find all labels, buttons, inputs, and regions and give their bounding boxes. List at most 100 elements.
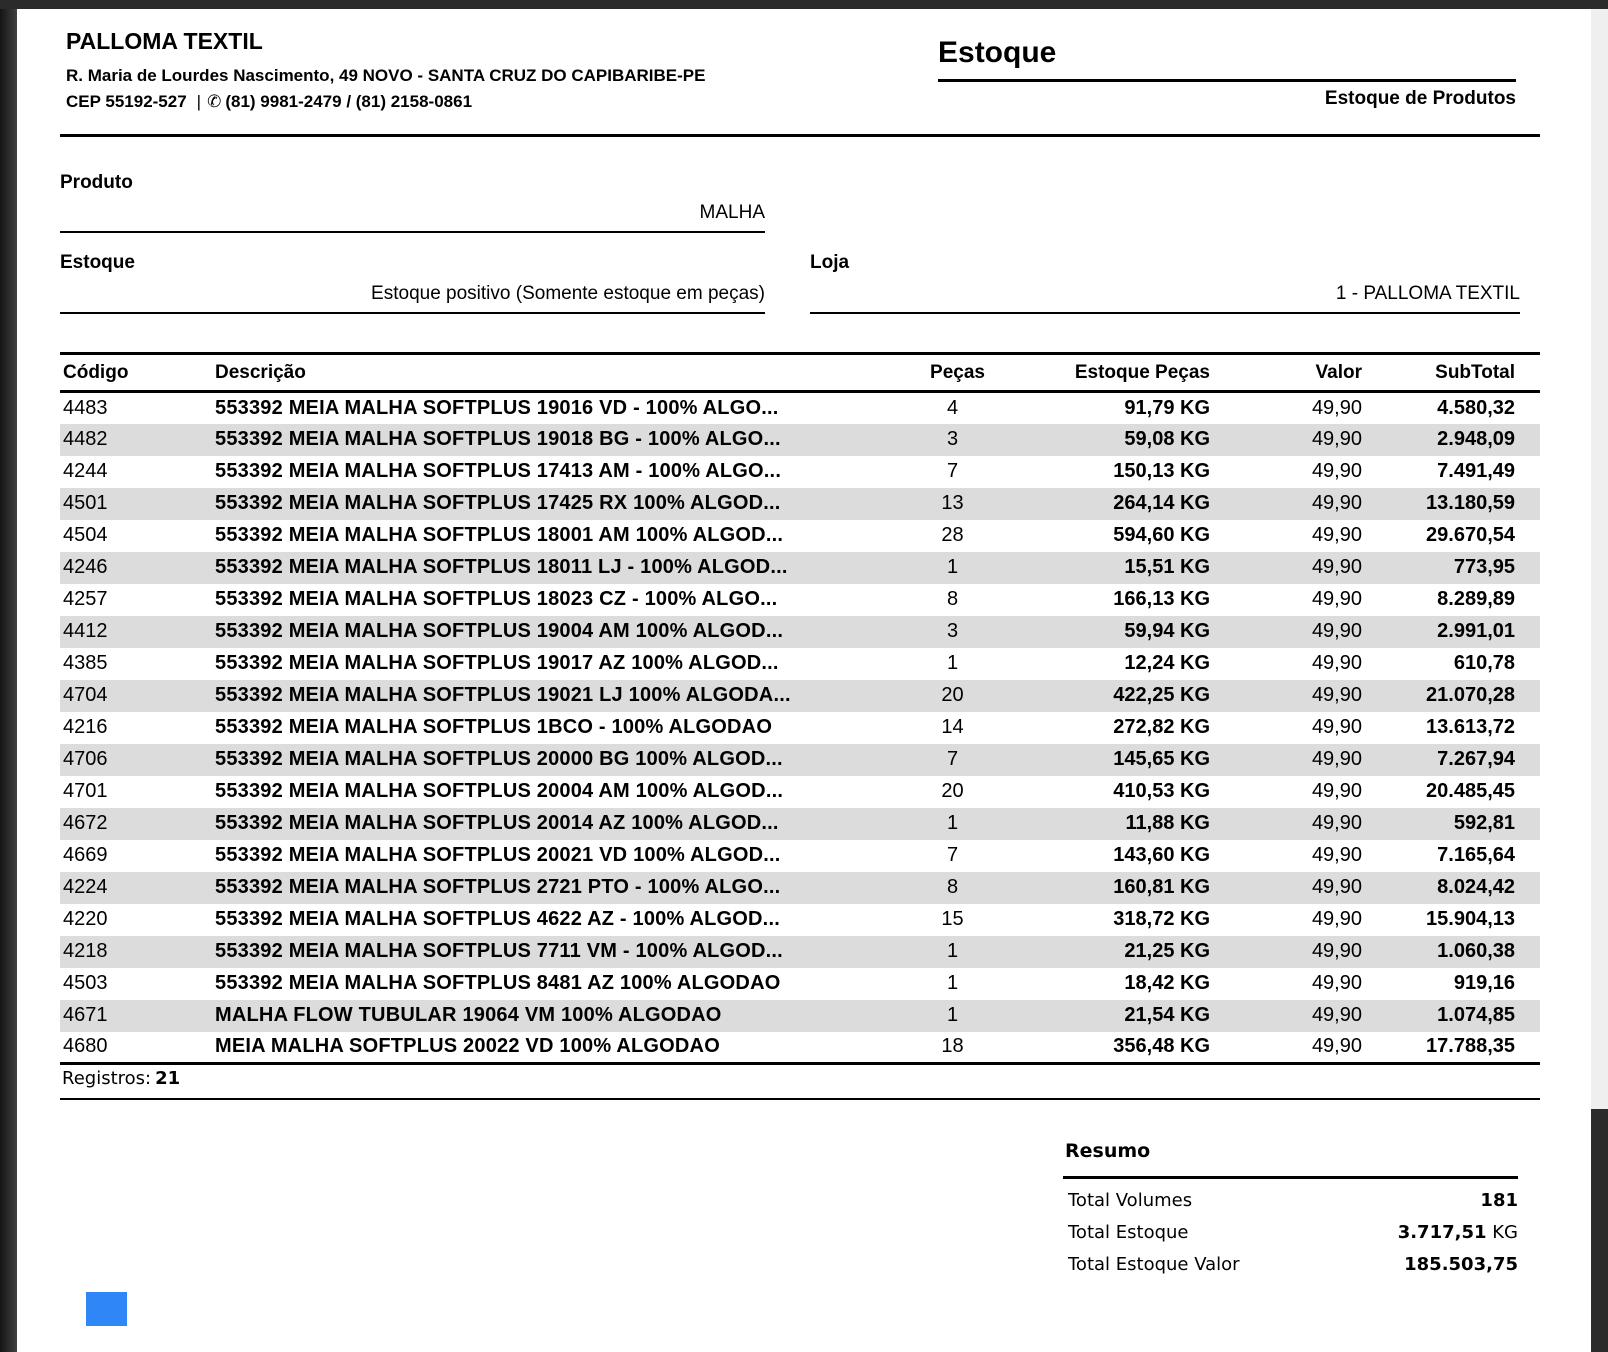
company-address: R. Maria de Lourdes Nascimento, 49 NOVO … [66, 66, 705, 86]
cell-descricao: 553392 MEIA MALHA SOFTPLUS 20021 VD 100%… [215, 840, 900, 872]
cell-valor: 49,90 [1230, 840, 1380, 872]
cell-codigo: 4216 [60, 712, 215, 744]
registros-count: Registros:21 [62, 1068, 180, 1089]
resumo-row: Total Estoque Valor185.503,75 [1063, 1248, 1518, 1280]
filter-estoque-value: Estoque positivo (Somente estoque em peç… [60, 283, 765, 305]
cell-codigo: 4257 [60, 584, 215, 616]
cell-descricao: 553392 MEIA MALHA SOFTPLUS 20004 AM 100%… [215, 776, 900, 808]
cell-subtotal: 2.991,01 [1380, 616, 1540, 648]
cell-subtotal: 13.613,72 [1380, 712, 1540, 744]
cell-valor: 49,90 [1230, 1032, 1380, 1064]
cell-valor: 49,90 [1230, 808, 1380, 840]
table-row: 4671MALHA FLOW TUBULAR 19064 VM 100% ALG… [60, 1000, 1540, 1032]
cell-pecas: 4 [900, 392, 1005, 424]
cell-pecas: 1 [900, 968, 1005, 1000]
cell-descricao: 553392 MEIA MALHA SOFTPLUS 18023 CZ - 10… [215, 584, 900, 616]
cell-descricao: 553392 MEIA MALHA SOFTPLUS 20000 BG 100%… [215, 744, 900, 776]
cell-codigo: 4701 [60, 776, 215, 808]
report-subtitle: Estoque de Produtos [938, 88, 1516, 110]
cell-subtotal: 7.267,94 [1380, 744, 1540, 776]
cell-descricao: MEIA MALHA SOFTPLUS 20022 VD 100% ALGODA… [215, 1032, 900, 1064]
table-row: 4246553392 MEIA MALHA SOFTPLUS 18011 LJ … [60, 552, 1540, 584]
cell-subtotal: 610,78 [1380, 648, 1540, 680]
cell-estoque-pecas: 594,60 KG [1005, 520, 1230, 552]
cell-valor: 49,90 [1230, 712, 1380, 744]
scrollbar-track[interactable] [1591, 1109, 1608, 1352]
cell-codigo: 4671 [60, 1000, 215, 1032]
viewer-top-bar [0, 0, 1608, 9]
cell-valor: 49,90 [1230, 904, 1380, 936]
cell-pecas: 18 [900, 1032, 1005, 1064]
company-cep: CEP 55192-527 [66, 92, 187, 111]
cell-descricao: 553392 MEIA MALHA SOFTPLUS 19021 LJ 100%… [215, 680, 900, 712]
cell-subtotal: 29.670,54 [1380, 520, 1540, 552]
cell-valor: 49,90 [1230, 648, 1380, 680]
cell-pecas: 7 [900, 744, 1005, 776]
cell-codigo: 4680 [60, 1032, 215, 1064]
cell-pecas: 1 [900, 808, 1005, 840]
stock-table-body: 4483553392 MEIA MALHA SOFTPLUS 19016 VD … [60, 392, 1540, 1064]
cell-valor: 49,90 [1230, 680, 1380, 712]
table-row: 4220553392 MEIA MALHA SOFTPLUS 4622 AZ -… [60, 904, 1540, 936]
cell-descricao: 553392 MEIA MALHA SOFTPLUS 19016 VD - 10… [215, 392, 900, 424]
table-header-row: Código Descrição Peças Estoque Peças Val… [60, 354, 1540, 392]
company-name: PALLOMA TEXTIL [66, 28, 263, 55]
cell-valor: 49,90 [1230, 488, 1380, 520]
cell-codigo: 4483 [60, 392, 215, 424]
cell-valor: 49,90 [1230, 1000, 1380, 1032]
cell-codigo: 4503 [60, 968, 215, 1000]
cell-estoque-pecas: 166,13 KG [1005, 584, 1230, 616]
resumo-row: Total Estoque3.717,51 KG [1063, 1216, 1518, 1248]
cell-codigo: 4704 [60, 680, 215, 712]
cell-estoque-pecas: 143,60 KG [1005, 840, 1230, 872]
cell-descricao: 553392 MEIA MALHA SOFTPLUS 18011 LJ - 10… [215, 552, 900, 584]
cell-valor: 49,90 [1230, 456, 1380, 488]
blue-highlight-marker [86, 1292, 127, 1326]
filter-produto-value: MALHA [60, 202, 765, 224]
cell-codigo: 4504 [60, 520, 215, 552]
cell-subtotal: 4.580,32 [1380, 392, 1540, 424]
cell-descricao: 553392 MEIA MALHA SOFTPLUS 17425 RX 100%… [215, 488, 900, 520]
cell-pecas: 3 [900, 424, 1005, 456]
filter-estoque-underline [60, 312, 765, 314]
table-row: 4412553392 MEIA MALHA SOFTPLUS 19004 AM … [60, 616, 1540, 648]
cell-codigo: 4218 [60, 936, 215, 968]
cell-codigo: 4220 [60, 904, 215, 936]
cell-valor: 49,90 [1230, 552, 1380, 584]
table-row: 4224553392 MEIA MALHA SOFTPLUS 2721 PTO … [60, 872, 1540, 904]
table-row: 4385553392 MEIA MALHA SOFTPLUS 19017 AZ … [60, 648, 1540, 680]
filter-estoque-label: Estoque [60, 252, 135, 274]
col-header-codigo: Código [60, 354, 215, 392]
company-phones: (81) 9981-2479 / (81) 2158-0861 [225, 92, 472, 111]
cell-estoque-pecas: 21,25 KG [1005, 936, 1230, 968]
col-header-valor: Valor [1230, 354, 1380, 392]
cell-subtotal: 8.024,42 [1380, 872, 1540, 904]
cell-valor: 49,90 [1230, 616, 1380, 648]
cell-subtotal: 13.180,59 [1380, 488, 1540, 520]
stock-table: Código Descrição Peças Estoque Peças Val… [60, 352, 1540, 1065]
title-underline [938, 79, 1516, 82]
resumo-row-label: Total Volumes [1063, 1190, 1192, 1211]
cell-codigo: 4669 [60, 840, 215, 872]
resumo-row-value: 181 [1480, 1190, 1518, 1211]
col-header-subtotal: SubTotal [1380, 354, 1540, 392]
cell-valor: 49,90 [1230, 872, 1380, 904]
cell-subtotal: 1.060,38 [1380, 936, 1540, 968]
cell-pecas: 20 [900, 776, 1005, 808]
cell-descricao: 553392 MEIA MALHA SOFTPLUS 2721 PTO - 10… [215, 872, 900, 904]
cell-valor: 49,90 [1230, 520, 1380, 552]
cell-subtotal: 20.485,45 [1380, 776, 1540, 808]
cell-estoque-pecas: 12,24 KG [1005, 648, 1230, 680]
scrollbar-thumb[interactable] [1591, 9, 1608, 1109]
cell-valor: 49,90 [1230, 744, 1380, 776]
cell-estoque-pecas: 21,54 KG [1005, 1000, 1230, 1032]
cell-estoque-pecas: 11,88 KG [1005, 808, 1230, 840]
table-row: 4680MEIA MALHA SOFTPLUS 20022 VD 100% AL… [60, 1032, 1540, 1064]
cell-descricao: MALHA FLOW TUBULAR 19064 VM 100% ALGODAO [215, 1000, 900, 1032]
cell-subtotal: 17.788,35 [1380, 1032, 1540, 1064]
cell-estoque-pecas: 18,42 KG [1005, 968, 1230, 1000]
cell-pecas: 28 [900, 520, 1005, 552]
cell-descricao: 553392 MEIA MALHA SOFTPLUS 19017 AZ 100%… [215, 648, 900, 680]
cell-codigo: 4385 [60, 648, 215, 680]
table-row: 4504553392 MEIA MALHA SOFTPLUS 18001 AM … [60, 520, 1540, 552]
